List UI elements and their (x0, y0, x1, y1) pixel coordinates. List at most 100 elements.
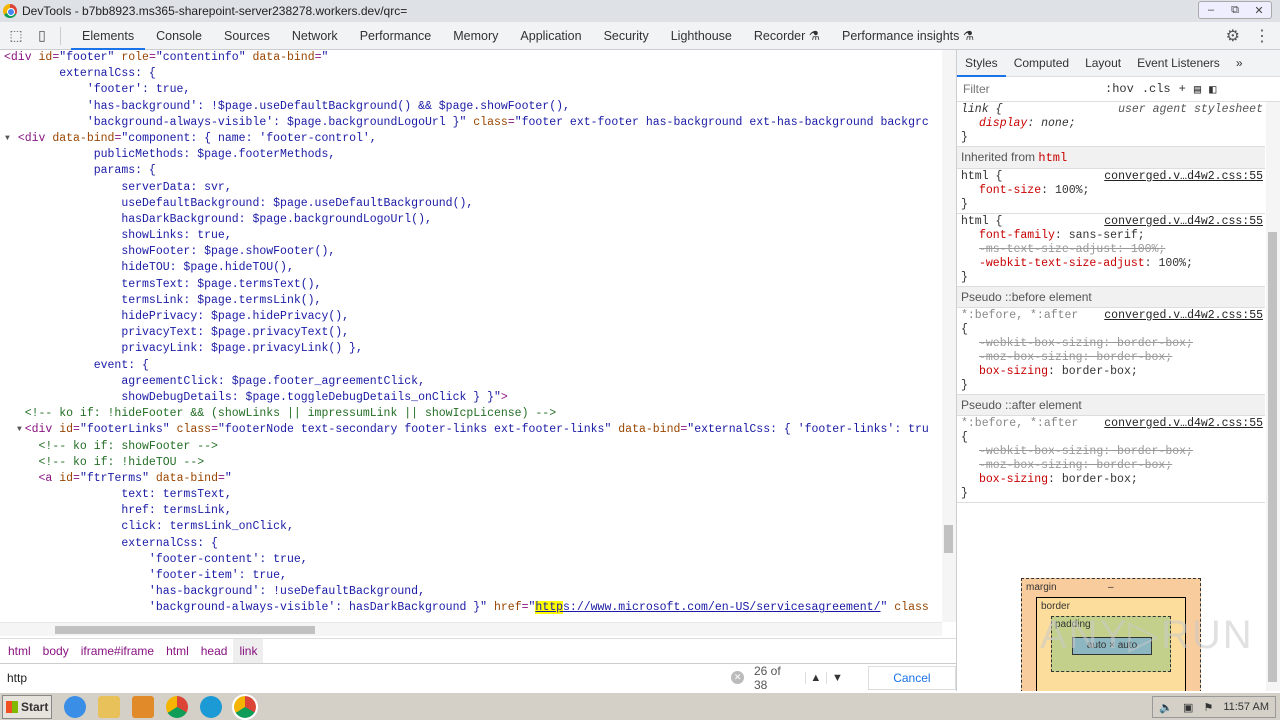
previous-match-button[interactable]: ▲ (804, 671, 827, 684)
dom-tree-line[interactable]: privacyLink: $page.privacyLink() }, (0, 341, 942, 357)
breadcrumb-head[interactable]: head (195, 639, 234, 663)
dom-tree-line[interactable]: <a id="ftrTerms" data-bind=" (0, 471, 942, 487)
cls-button[interactable]: .cls (1142, 82, 1171, 96)
edge-icon[interactable] (200, 695, 222, 718)
minimize-button[interactable]: – (1199, 2, 1223, 18)
property-value[interactable]: border-box; (1062, 473, 1138, 486)
expand-triangle-icon[interactable]: ▼ (17, 422, 22, 438)
dom-tree-line[interactable]: 'has-background': !useDefaultBackground, (0, 584, 942, 600)
start-button[interactable]: Start (2, 694, 52, 719)
tab-styles[interactable]: Styles (957, 50, 1006, 77)
tab-recorder[interactable]: Recorder ⚗ (743, 22, 831, 50)
dom-tree-line[interactable]: termsLink: $page.termsLink(), (0, 293, 942, 309)
dom-tree-line[interactable]: 'footer-content': true, (0, 552, 942, 568)
dom-tree-line[interactable]: text: termsText, (0, 487, 942, 503)
dom-tree-line[interactable]: agreementClick: $page.footer_agreementCl… (0, 374, 942, 390)
dom-tree-line[interactable]: params: { (0, 163, 942, 179)
rule-source-link[interactable]: converged.v…d4w2.css:55 (1104, 215, 1263, 229)
property-name[interactable]: font-family (979, 229, 1055, 242)
tab-console[interactable]: Console (145, 22, 213, 50)
styles-scrollbar[interactable] (1266, 102, 1280, 691)
dom-tree-line[interactable]: externalCss: { (0, 536, 942, 552)
tab-network[interactable]: Network (281, 22, 349, 50)
dom-tree-line[interactable]: ▼ <div id="footerLinks" class="footerNod… (0, 422, 942, 438)
dom-tree-line[interactable]: ▼ <div data-bind="component: { name: 'fo… (0, 131, 942, 147)
dom-tree-line[interactable]: 'footer-item': true, (0, 568, 942, 584)
next-match-button[interactable]: ▼ (826, 671, 848, 684)
dom-tree-line[interactable]: hidePrivacy: $page.hidePrivacy(), (0, 309, 942, 325)
volume-icon[interactable]: 🔈 (1159, 701, 1173, 714)
property-value[interactable]: border-box; (1062, 365, 1138, 378)
dom-tree-line[interactable]: termsText: $page.termsText(), (0, 277, 942, 293)
property-name[interactable]: font-size (979, 184, 1041, 197)
device-toolbar-icon[interactable]: ▯ (32, 26, 52, 46)
dom-tree-line[interactable]: externalCss: { (0, 66, 942, 82)
dom-tree-line[interactable]: 'has-background': !$page.useDefaultBackg… (0, 99, 942, 115)
toggle-sidebar-icon[interactable]: ◧ (1209, 82, 1216, 97)
dom-tree-line[interactable]: showFooter: $page.showFooter(), (0, 244, 942, 260)
dom-tree-line[interactable]: 'background-always-visible': hasDarkBack… (0, 600, 942, 616)
inspect-element-icon[interactable]: ⬚ (6, 26, 26, 46)
breadcrumb-iframe[interactable]: iframe#iframe (75, 639, 160, 663)
dom-tree-line[interactable]: <!-- ko if: !hideTOU --> (0, 455, 942, 471)
rule-source-link[interactable]: converged.v…d4w2.css:55 (1104, 417, 1263, 431)
search-input[interactable] (2, 666, 752, 689)
tab-layout[interactable]: Layout (1077, 50, 1129, 77)
elements-vertical-scrollbar[interactable] (942, 50, 956, 622)
breadcrumb-html[interactable]: html (2, 639, 37, 663)
maximize-button[interactable]: ⧉ (1223, 2, 1247, 18)
dom-tree-line[interactable]: 'background-always-visible': $page.backg… (0, 115, 942, 131)
dom-tree-line[interactable]: <!-- ko if: showFooter --> (0, 439, 942, 455)
dom-tree-line[interactable]: publicMethods: $page.footerMethods, (0, 147, 942, 163)
network-icon[interactable]: ▣ (1183, 701, 1193, 714)
property-value[interactable]: 100%; (1158, 257, 1193, 270)
more-options-icon[interactable]: ⋮ (1254, 26, 1270, 46)
inherited-tag[interactable]: html (1038, 151, 1067, 165)
breadcrumb-body[interactable]: body (37, 639, 75, 663)
rule-source-link[interactable]: converged.v…d4w2.css:55 (1104, 170, 1263, 184)
chrome-icon[interactable] (166, 695, 188, 718)
elements-tree[interactable]: <div id="footer" role="contentinfo" data… (0, 50, 942, 622)
breadcrumb-html[interactable]: html (160, 639, 195, 663)
tab-security[interactable]: Security (593, 22, 660, 50)
scroll-thumb[interactable] (55, 626, 315, 634)
expand-triangle-icon[interactable]: ▼ (5, 131, 10, 147)
styles-filter-input[interactable] (957, 82, 1097, 96)
property-value[interactable]: 100%; (1055, 184, 1090, 197)
margin-top-value[interactable]: – (1108, 582, 1114, 593)
tab-elements[interactable]: Elements (71, 22, 146, 50)
chrome-active-icon[interactable] (232, 693, 258, 720)
clock[interactable]: 11:57 AM (1223, 701, 1269, 713)
rule-source-link[interactable]: converged.v…d4w2.css:55 (1104, 309, 1263, 323)
more-tabs-button[interactable]: » (1228, 50, 1251, 77)
paint-icon[interactable]: ▤ (1194, 82, 1201, 97)
tab-application[interactable]: Application (509, 22, 592, 50)
overridden-property[interactable]: -webkit-box-sizing: border-box; (961, 445, 1261, 459)
internet-explorer-icon[interactable] (64, 695, 86, 718)
elements-horizontal-scrollbar[interactable] (0, 622, 942, 636)
tab-lighthouse[interactable]: Lighthouse (660, 22, 743, 50)
property-value[interactable]: sans-serif; (1069, 229, 1145, 242)
gear-icon[interactable]: ⚙ (1226, 26, 1240, 46)
dom-tree-line[interactable]: showDebugDetails: $page.toggleDebugDetai… (0, 390, 942, 406)
tab-computed[interactable]: Computed (1006, 50, 1077, 77)
dom-tree-line[interactable]: hasDarkBackground: $page.backgroundLogoU… (0, 212, 942, 228)
dom-tree-line[interactable]: hideTOU: $page.hideTOU(), (0, 260, 942, 276)
file-explorer-icon[interactable] (98, 695, 120, 718)
scroll-thumb[interactable] (944, 525, 953, 553)
overridden-property[interactable]: -moz-box-sizing: border-box; (961, 459, 1261, 473)
tab-performance-insights[interactable]: Performance insights ⚗ (831, 22, 985, 50)
dom-tree-line[interactable]: serverData: svr, (0, 180, 942, 196)
overridden-property[interactable]: -webkit-box-sizing: border-box; (961, 337, 1261, 351)
dom-tree-line[interactable]: showLinks: true, (0, 228, 942, 244)
dom-tree-line[interactable]: click: termsLink_onClick, (0, 519, 942, 535)
cancel-button[interactable]: Cancel (867, 665, 957, 690)
clear-search-icon[interactable]: ✕ (731, 671, 744, 684)
flag-icon[interactable]: ⚑ (1203, 701, 1213, 714)
property-name[interactable]: -webkit-text-size-adjust (979, 257, 1145, 270)
dom-tree-line[interactable]: 'footer': true, (0, 82, 942, 98)
property-name[interactable]: box-sizing (979, 365, 1048, 378)
dom-tree-line[interactable]: privacyText: $page.privacyText(), (0, 325, 942, 341)
breadcrumb-link[interactable]: link (233, 638, 264, 663)
dom-tree-line[interactable]: <div id="footer" role="contentinfo" data… (0, 50, 942, 66)
